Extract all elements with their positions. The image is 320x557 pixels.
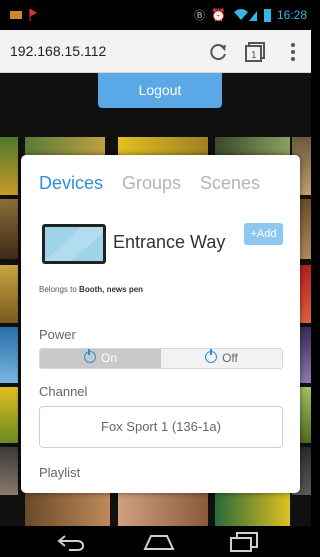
belongs-groups: Booth, news pen — [79, 285, 144, 294]
belongs-to-text: Belongs to Booth, news pen — [39, 285, 143, 294]
power-off-button[interactable]: Off — [161, 349, 282, 368]
tabs-icon[interactable]: 1 — [245, 41, 267, 63]
bluetooth-icon: Ⓑ — [194, 10, 206, 22]
add-button[interactable]: +Add — [244, 223, 283, 245]
device-name: Entrance Way — [113, 232, 226, 252]
navigation-bar — [0, 526, 311, 557]
status-icons: Ⓑ ⏰ 16:28 — [194, 7, 307, 23]
device-panel: Devices Groups Scenes Entrance Way +Add … — [21, 155, 300, 493]
power-icon — [83, 349, 96, 363]
status-bar: Ⓑ ⏰ 16:28 — [0, 0, 311, 30]
power-on-button[interactable]: On — [40, 349, 161, 368]
power-label: Power — [39, 327, 76, 342]
svg-text:1: 1 — [251, 50, 257, 61]
battery-icon — [263, 9, 271, 22]
power-on-label: On — [100, 351, 117, 365]
home-icon[interactable] — [142, 532, 176, 552]
notification-icons — [10, 9, 37, 21]
overflow-menu-icon[interactable] — [286, 41, 300, 63]
clock-text: 16:28 — [276, 8, 307, 22]
tv-icon — [42, 224, 106, 264]
power-toggle: On Off — [39, 348, 283, 369]
channel-label: Channel — [39, 384, 88, 399]
url-field[interactable]: 192.168.15.112 — [10, 43, 106, 59]
power-off-label: Off — [222, 351, 238, 365]
web-page: Logout Devices Groups Scenes Entrance Wa… — [0, 73, 311, 526]
playlist-label: Playlist — [39, 465, 81, 480]
tab-groups[interactable]: Groups — [122, 173, 181, 194]
signal-icon — [233, 9, 257, 21]
logout-button[interactable]: Logout — [98, 73, 222, 108]
back-icon[interactable] — [55, 532, 87, 552]
power-icon — [205, 349, 218, 363]
alarm-icon: ⏰ — [211, 8, 226, 22]
belongs-prefix: Belongs to — [39, 285, 77, 294]
tab-devices[interactable]: Devices — [39, 173, 103, 194]
channel-select[interactable]: Fox Sport 1 (136-1a) — [39, 406, 283, 448]
browser-toolbar: 192.168.15.112 1 — [0, 30, 311, 73]
recent-apps-icon[interactable] — [229, 531, 259, 553]
reload-icon[interactable] — [207, 41, 229, 63]
tab-scenes[interactable]: Scenes — [200, 173, 260, 194]
